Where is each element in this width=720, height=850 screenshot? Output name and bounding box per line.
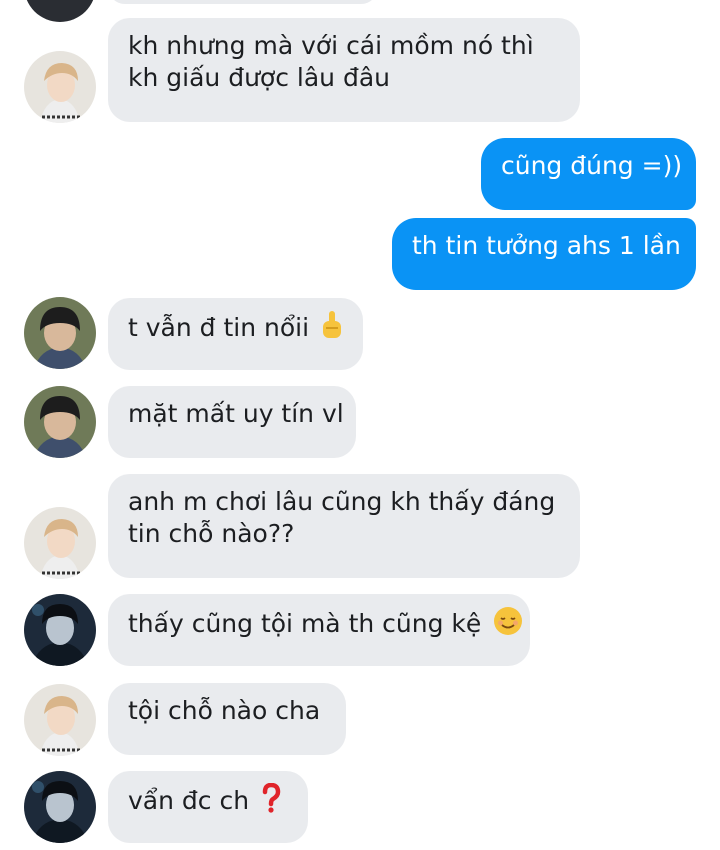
message-text: thấy cũng tội mà th cũng kệ	[128, 609, 482, 638]
message-text: vẩn đc ch	[128, 786, 250, 815]
avatar-dark-icon	[24, 594, 96, 666]
message-text: t vẫn đ tin nổii	[128, 313, 310, 342]
message-line: kh giấu được lâu đâu	[128, 63, 390, 92]
avatar-darkhair-icon	[24, 297, 96, 369]
message-bubble-incoming[interactable]: tội chỗ nào cha	[108, 683, 346, 755]
message-line: anh m chơi lâu cũng kh thấy đáng	[128, 487, 556, 516]
message-bubble-incoming[interactable]: thấy cũng tội mà th cũng kệ	[108, 594, 530, 666]
message-bubble-incoming[interactable]: vẩn đc ch	[108, 771, 308, 843]
avatar-cropped	[24, 0, 96, 22]
avatar-blonde-icon	[24, 684, 96, 756]
message-bubble-incoming[interactable]: mặt mất uy tín vl	[108, 386, 356, 458]
avatar-blonde-icon	[24, 507, 96, 579]
message-line: kh nhưng mà với cái mồm nó thì	[128, 31, 534, 60]
avatar-user-b[interactable]	[24, 386, 96, 458]
message-text: mặt mất uy tín vl	[128, 399, 344, 428]
avatar-user-c[interactable]	[24, 771, 96, 843]
message-bubble-incoming[interactable]: t vẫn đ tin nổii	[108, 298, 363, 370]
message-bubble-incoming[interactable]: kh nhưng mà với cái mồm nó thì kh giấu đ…	[108, 18, 580, 122]
middle-finger-emoji	[321, 310, 343, 348]
avatar-darkhair-icon	[24, 386, 96, 458]
message-text: cũng đúng =))	[501, 151, 683, 180]
message-text: tội chỗ nào cha	[128, 696, 321, 725]
cropped-message-bubble[interactable]	[108, 0, 378, 4]
message-bubble-outgoing[interactable]: cũng đúng =))	[481, 138, 696, 210]
avatar-user-b[interactable]	[24, 297, 96, 369]
avatar-user-a[interactable]	[24, 684, 96, 756]
chat-screen: { "messages": [ {"id": "m0", "direction"…	[0, 0, 720, 850]
message-bubble-incoming[interactable]: anh m chơi lâu cũng kh thấy đáng tin chỗ…	[108, 474, 580, 578]
avatar-user-c[interactable]	[24, 594, 96, 666]
avatar-user-a[interactable]	[24, 507, 96, 579]
message-line: tin chỗ nào??	[128, 519, 295, 548]
message-text: th tin tưởng ahs 1 lần	[412, 231, 681, 260]
red-question-mark-emoji	[261, 782, 281, 821]
avatar-dark-icon	[24, 771, 96, 843]
message-bubble-outgoing[interactable]: th tin tưởng ahs 1 lần	[392, 218, 696, 290]
avatar-user-a[interactable]	[24, 51, 96, 123]
relieved-face-emoji	[493, 606, 523, 644]
avatar-blonde-icon	[24, 51, 96, 123]
